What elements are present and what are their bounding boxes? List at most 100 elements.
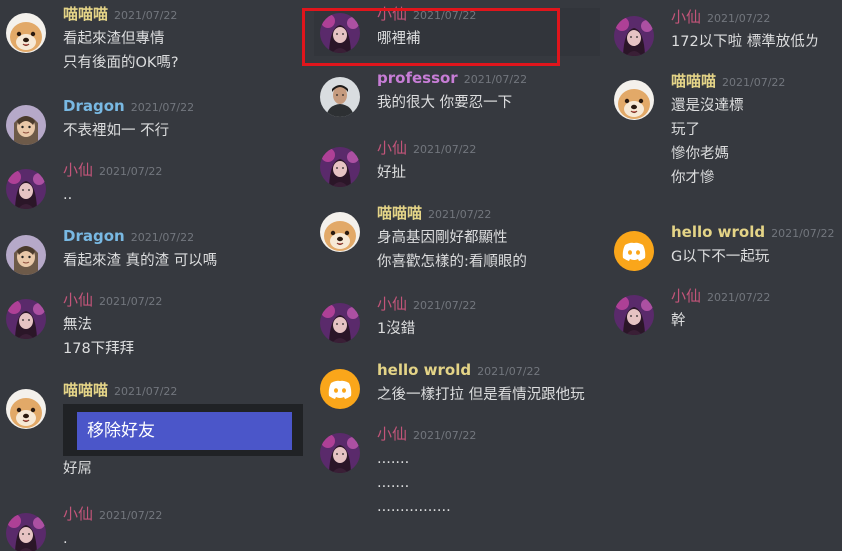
remove-friend-button[interactable]: 移除好友 (77, 412, 292, 450)
author-name[interactable]: 小仙 (377, 295, 407, 313)
timestamp: 2021/07/22 (114, 9, 178, 22)
message-text: ....... (377, 475, 410, 491)
avatar[interactable] (6, 105, 46, 145)
dog-avatar-icon (6, 389, 46, 429)
message-header: 小仙 2021/07/22 (63, 161, 162, 181)
message-header: Dragon 2021/07/22 (63, 97, 194, 117)
author-name[interactable]: 喵喵喵 (63, 5, 108, 23)
avatar[interactable] (6, 299, 46, 339)
girl-avatar-icon (6, 299, 46, 339)
timestamp: 2021/07/22 (707, 12, 771, 25)
message-text: G以下不一起玩 (671, 249, 770, 265)
message-text: 幹 (671, 313, 686, 329)
message-text: 我的很大 你要忍一下 (377, 95, 513, 111)
message-header: 小仙 2021/07/22 (63, 291, 162, 311)
message-text: . (63, 531, 68, 547)
message-header: 喵喵喵 2021/07/22 (63, 381, 177, 401)
dog-avatar-icon (614, 80, 654, 120)
avatar[interactable] (320, 77, 360, 117)
highlight-box (302, 8, 560, 66)
message-text: ....... (377, 451, 410, 467)
timestamp: 2021/07/22 (413, 429, 477, 442)
dragon-avatar-icon (6, 235, 46, 275)
message-text: 178下拜拜 (63, 341, 135, 357)
avatar[interactable] (6, 513, 46, 551)
girl-avatar-icon (614, 16, 654, 56)
girl-avatar-icon (320, 433, 360, 473)
message-text: .. (63, 187, 73, 203)
message-text: 1沒錯 (377, 321, 416, 337)
author-name[interactable]: 小仙 (63, 505, 93, 523)
message-header: professor 2021/07/22 (377, 69, 527, 89)
timestamp: 2021/07/22 (771, 227, 835, 240)
timestamp: 2021/07/22 (463, 73, 528, 86)
message-text: 還是沒達標 (671, 98, 744, 114)
timestamp: 2021/07/22 (477, 365, 541, 378)
timestamp: 2021/07/22 (413, 299, 477, 312)
author-name[interactable]: 小仙 (377, 139, 407, 157)
timestamp: 2021/07/22 (114, 385, 178, 398)
avatar[interactable] (614, 16, 654, 56)
author-name[interactable]: 小仙 (63, 291, 93, 309)
message-header: 小仙 2021/07/22 (671, 8, 770, 28)
timestamp: 2021/07/22 (707, 291, 771, 304)
timestamp: 2021/07/22 (413, 143, 477, 156)
message-text: 無法 (63, 317, 92, 333)
message-header: hello wrold 2021/07/22 (377, 361, 541, 381)
timestamp: 2021/07/22 (130, 101, 195, 114)
avatar[interactable] (6, 389, 46, 429)
girl-avatar-icon (320, 303, 360, 343)
author-name[interactable]: 小仙 (63, 161, 93, 179)
message-text: 172以下啦 標準放低ㄌ (671, 34, 820, 50)
author-name[interactable]: hello wrold (377, 361, 471, 379)
message-header: 喵喵喵 2021/07/22 (63, 5, 177, 25)
message-header: 小仙 2021/07/22 (671, 287, 770, 307)
girl-avatar-icon (320, 147, 360, 187)
author-name[interactable]: 喵喵喵 (671, 72, 716, 90)
discord-avatar-icon (320, 369, 360, 409)
avatar[interactable] (320, 369, 360, 409)
timestamp: 2021/07/22 (99, 295, 163, 308)
avatar[interactable] (6, 235, 46, 275)
author-name[interactable]: 小仙 (377, 425, 407, 443)
message-text: ................ (377, 499, 451, 515)
avatar[interactable] (320, 147, 360, 187)
message-header: 小仙 2021/07/22 (377, 425, 476, 445)
avatar[interactable] (320, 303, 360, 343)
avatar[interactable] (6, 13, 46, 53)
message-text: 你才慘 (671, 170, 715, 186)
author-name[interactable]: 喵喵喵 (63, 381, 108, 399)
author-name[interactable]: 喵喵喵 (377, 204, 422, 222)
avatar[interactable] (614, 80, 654, 120)
avatar[interactable] (614, 295, 654, 335)
girl-avatar-icon (614, 295, 654, 335)
message-text: 慘你老媽 (671, 146, 729, 162)
author-name[interactable]: professor (377, 69, 458, 87)
avatar[interactable] (6, 169, 46, 209)
message-text: 之後一樣打拉 但是看情況跟他玩 (377, 387, 585, 403)
author-name[interactable]: hello wrold (671, 223, 765, 241)
chat-column-1 (0, 0, 300, 551)
author-name[interactable]: Dragon (63, 97, 125, 115)
message-header: Dragon 2021/07/22 (63, 227, 194, 247)
message-text: 好扯 (377, 165, 406, 181)
message-text: 只有後面的OK嗎? (63, 55, 179, 71)
girl-avatar-icon (6, 513, 46, 551)
message-text: 不表裡如一 不行 (63, 123, 170, 139)
timestamp: 2021/07/22 (99, 509, 163, 522)
message-header: 喵喵喵 2021/07/22 (377, 204, 491, 224)
author-name[interactable]: 小仙 (671, 8, 701, 26)
message-text: 你喜歡怎樣的:看順眼的 (377, 254, 527, 270)
message-text: 看起來渣但專情 (63, 31, 165, 47)
dog-avatar-icon (320, 212, 360, 252)
avatar[interactable] (320, 433, 360, 473)
author-name[interactable]: Dragon (63, 227, 125, 245)
timestamp: 2021/07/22 (99, 165, 163, 178)
message-header: 小仙 2021/07/22 (377, 295, 476, 315)
avatar[interactable] (320, 212, 360, 252)
author-name[interactable]: 小仙 (671, 287, 701, 305)
dog-avatar-icon (6, 13, 46, 53)
man-avatar-icon (320, 77, 360, 117)
avatar[interactable] (614, 231, 654, 271)
message-text: 身高基因剛好都顯性 (377, 230, 508, 246)
